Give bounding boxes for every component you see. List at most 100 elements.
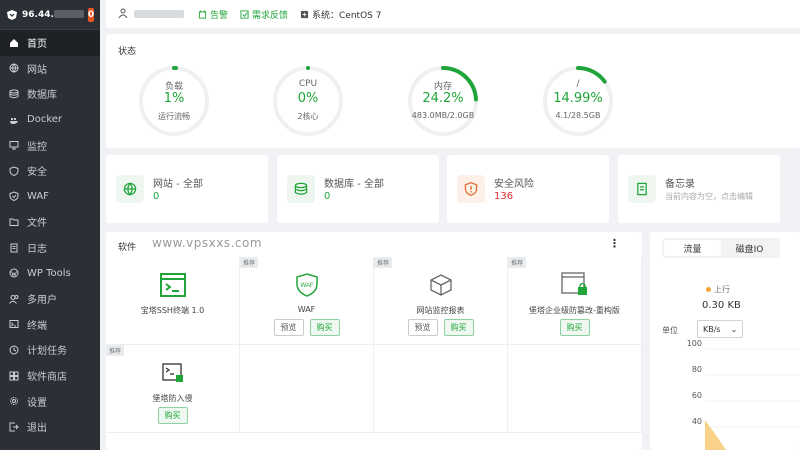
notification-badge[interactable]: 0 [87, 7, 95, 22]
monitor-icon [9, 140, 19, 150]
gauge-sub: 4.1/28.5GB [555, 111, 601, 120]
wordpress-icon [9, 268, 19, 278]
sidebar-item-10[interactable]: 多用户 [0, 286, 100, 312]
software-name: 堡塔防入侵 [152, 394, 193, 403]
user-icon [118, 8, 128, 21]
sidebar-item-6[interactable]: WAF [0, 184, 100, 210]
software-cell-4[interactable]: 推荐 堡塔防入侵 购买 [106, 345, 240, 433]
sidebar-item-label: 文件 [27, 218, 47, 230]
globe-icon [9, 63, 19, 74]
sidebar-item-15[interactable]: 退出 [0, 414, 100, 440]
sidebar-item-14[interactable]: 设置 [0, 388, 100, 414]
feedback-link[interactable]: 需求反馈 [240, 8, 288, 21]
gauge-sub: 运行流畅 [158, 112, 190, 121]
sidebar-item-label: 数据库 [27, 90, 57, 102]
more-menu-icon[interactable]: ⋮ [609, 237, 620, 250]
log-icon [9, 243, 19, 253]
sidebar-item-label: 退出 [27, 423, 47, 435]
gauge-value: 14.99% [553, 91, 603, 106]
system-label: 系统：CentOS 7 [312, 10, 382, 21]
intrusion-icon [159, 359, 187, 387]
sidebar-item-label: 首页 [27, 39, 47, 51]
alert-link[interactable]: 告警 [198, 8, 228, 21]
globe-icon [116, 175, 144, 203]
sidebar-item-label: 软件商店 [27, 372, 67, 384]
buy-button[interactable]: 购买 [443, 319, 474, 336]
folder-icon [9, 217, 19, 227]
sidebar-item-label: WAF [27, 190, 49, 202]
recommend-tag: 推荐 [374, 257, 393, 268]
sidebar-item-8[interactable]: 日志 [0, 235, 100, 261]
users-icon [9, 294, 19, 304]
gauge-sub: 2核心 [297, 112, 319, 121]
software-panel: 软件 www.vpsxxs.com ⋮ 宝塔SSH终端 1.0 推荐 WAF WAF 预… [106, 232, 642, 450]
status-panel: 状态 负载 1% 运行流畅 CPU 0% 2核心 内存 24.2% 483.0MB/2.0GB /… [106, 34, 800, 148]
buy-button[interactable]: 购买 [157, 407, 188, 424]
gauge-label: / [576, 79, 580, 89]
sidebar-item-label: 多用户 [27, 295, 57, 307]
sidebar-item-1[interactable]: 网站 [0, 56, 100, 82]
gauge-1[interactable]: CPU 0% 2核心 [272, 65, 344, 137]
card-value: 0 [324, 191, 331, 202]
card-title: 安全风险 [494, 179, 534, 190]
memo-icon [628, 175, 656, 203]
gauge-3[interactable]: / 14.99% 4.1/28.5GB [542, 65, 614, 137]
traffic-chart [705, 348, 800, 450]
sidebar-item-13[interactable]: 软件商店 [0, 363, 100, 389]
recommend-tag: 推荐 [240, 257, 259, 268]
docker-icon [9, 115, 19, 125]
software-cell-0[interactable]: 宝塔SSH终端 1.0 [106, 257, 240, 345]
sidebar-item-label: 终端 [27, 320, 47, 332]
preview-button[interactable]: 预览 [407, 319, 438, 336]
buy-button[interactable]: 购买 [309, 319, 340, 336]
summary-card-0[interactable]: 网站 - 全部 0 [106, 155, 268, 223]
gauge-2[interactable]: 内存 24.2% 483.0MB/2.0GB [407, 65, 479, 137]
preview-button[interactable]: 预览 [273, 319, 304, 336]
bell-icon [198, 9, 207, 19]
summary-card-3[interactable]: 备忘录 当前内容为空，点击编辑 [618, 155, 780, 223]
sidebar-item-0[interactable]: 首页 [0, 30, 100, 56]
software-title: 软件 [118, 243, 137, 253]
software-cell-3[interactable]: 推荐 堡塔企业级防篡改-重构版 购买 [508, 257, 642, 345]
terminal-icon [9, 319, 19, 329]
software-cell-1[interactable]: 推荐 WAF WAF 预览 购买 [240, 257, 374, 345]
gauge-0[interactable]: 负载 1% 运行流畅 [138, 65, 210, 137]
card-value: 0 [153, 191, 160, 202]
waf-icon: WAF [293, 271, 321, 299]
card-title: 备忘录 [665, 179, 695, 190]
logout-icon [9, 422, 19, 432]
system-info: 系统：CentOS 7 [300, 8, 381, 21]
software-cell-empty [374, 345, 508, 433]
bt-logo-icon [6, 9, 18, 21]
sidebar-item-4[interactable]: 监控 [0, 132, 100, 158]
gauge-value: 0% [297, 91, 319, 106]
svg-text:WAF: WAF [300, 283, 313, 289]
gauge-sub: 483.0MB/2.0GB [411, 111, 475, 120]
sidebar-item-3[interactable]: Docker [0, 107, 100, 133]
terminal-icon [159, 271, 187, 299]
security-risk-icon [457, 175, 485, 203]
sidebar-item-11[interactable]: 终端 [0, 312, 100, 338]
sidebar-item-7[interactable]: 文件 [0, 209, 100, 235]
sidebar-item-12[interactable]: 计划任务 [0, 337, 100, 363]
sidebar-item-label: 网站 [27, 64, 47, 76]
sidebar-item-9[interactable]: WP Tools [0, 260, 100, 286]
sidebar-item-2[interactable]: 数据库 [0, 81, 100, 107]
gauge-value: 1% [163, 91, 185, 106]
server-header: 96.44. 0 [0, 0, 100, 30]
card-value: 136 [494, 191, 514, 202]
software-cell-2[interactable]: 推荐 网站监控报表 预览 购买 [374, 257, 508, 345]
gauge-label: CPU [298, 79, 318, 89]
sidebar-item-label: 设置 [27, 397, 47, 409]
gear-icon [9, 396, 19, 406]
feedback-icon [240, 9, 249, 19]
topbar: 告警 需求反馈 系统：CentOS 7 [106, 0, 800, 28]
summary-card-2[interactable]: 安全风险 136 [447, 155, 609, 223]
box-icon [427, 271, 455, 299]
upload-area [705, 420, 726, 450]
card-title: 数据库 - 全部 [324, 179, 384, 190]
buy-button[interactable]: 购买 [559, 319, 590, 336]
summary-card-1[interactable]: 数据库 - 全部 0 [277, 155, 439, 223]
recommend-tag: 推荐 [508, 257, 527, 268]
sidebar-item-5[interactable]: 安全 [0, 158, 100, 184]
